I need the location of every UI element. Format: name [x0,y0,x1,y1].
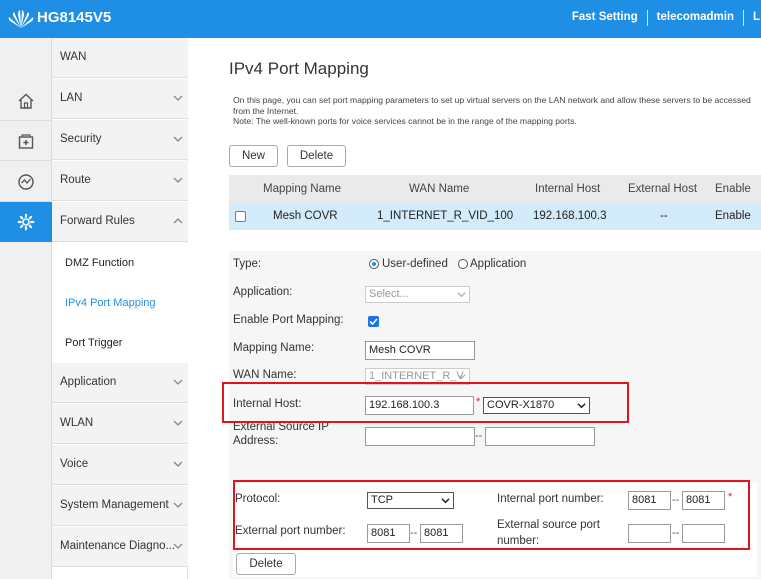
chevron-down-icon [173,543,183,549]
sub-item-label: DMZ Function [65,257,135,269]
type-application-radio[interactable] [458,259,468,269]
application-select-value: Select... [369,288,409,300]
menu-item-label: Voice [60,458,89,470]
wan-name-label: WAN Name: [233,369,297,381]
sub-item-ipv4-port-mapping[interactable]: IPv4 Port Mapping [52,283,188,323]
menu-item-security[interactable]: Security [52,120,188,160]
status-nav[interactable] [0,162,52,202]
speedometer-icon [18,173,34,190]
table-cell: Mesh COVR [273,210,338,222]
type-user-defined-radio[interactable] [369,259,379,269]
column-header: WAN Name [409,183,470,195]
column-header: Internal Host [535,183,601,195]
page-description: On this page, you can set port mapping p… [233,95,760,127]
menu-sidebar: WAN LAN Security Route Forward Rules DMZ… [52,38,188,579]
menu-item-label: Maintenance Diagno... [60,540,176,552]
highlight-box-ports [233,480,750,550]
icon-sidebar [0,38,59,579]
description-note: Note: The well-known ports for voice ser… [233,116,577,126]
new-button[interactable]: New [229,145,278,167]
chevron-up-icon [173,218,183,224]
menu-item-system-management[interactable]: System Management [52,486,188,526]
menu-item-label: Route [60,174,91,186]
menu-item-wlan[interactable]: WLAN [52,404,188,444]
sub-item-dmz-function[interactable]: DMZ Function [52,243,188,283]
table-cell: 192.168.100.3 [533,210,607,222]
nav-divider [646,10,648,26]
chevron-down-icon [173,177,183,183]
menu-item-lan[interactable]: LAN [52,79,188,119]
range-dash: -- [475,430,483,442]
checkmark-icon [369,318,378,326]
type-label: Type: [233,258,262,270]
chevron-down-icon [173,461,183,467]
menu-item-voice[interactable]: Voice [52,445,188,485]
menu-item-label: WLAN [60,417,94,429]
highlight-box-internal-host [222,382,629,423]
enable-mapping-label: Enable Port Mapping: [233,314,344,326]
huawei-logo [8,10,34,28]
menu-item-label: WAN [60,51,87,63]
menu-item-label: System Management [60,499,169,511]
table-cell: Enable [715,210,751,222]
application-select[interactable]: Select... [365,286,470,303]
home-icon [18,93,34,109]
table-cell: 1_INTERNET_R_VID_100 [377,210,514,222]
type-option-label: User-defined [382,258,448,270]
label-line: Address: [233,435,279,447]
external-source-ip-label: External Source IP Address: [233,420,329,448]
menu-item-label: Application [60,376,117,388]
logout-link[interactable]: L [753,11,761,26]
main-content: IPv4 Port Mapping On this page, you can … [189,38,761,579]
menu-item-maintenance[interactable]: Maintenance Diagno... [52,527,188,567]
type-option-label: Application [470,258,527,270]
nav-divider [743,10,744,26]
settings-nav[interactable] [0,202,59,242]
chevron-down-icon [173,95,183,101]
external-source-ip-from-input[interactable] [365,427,475,446]
mapping-name-input[interactable]: Mesh COVR [365,341,475,360]
delete-button[interactable]: Delete [287,145,346,167]
page-title: IPv4 Port Mapping [229,59,369,78]
menu-item-label: Forward Rules [60,215,135,227]
enable-mapping-checkbox[interactable] [368,316,379,327]
external-source-ip-to-input[interactable] [485,427,595,446]
sub-item-port-trigger[interactable]: Port Trigger [52,323,188,363]
chevron-down-icon [173,379,183,385]
table-header: Mapping Name WAN Name Internal Host Exte… [229,175,761,203]
sub-item-label: Port Trigger [65,337,123,349]
chevron-down-icon [457,292,466,298]
chevron-down-icon [457,374,466,380]
chevron-down-icon [173,502,183,508]
top-bar: HG8145V5 Fast Setting telecomadmin L [0,0,761,38]
menu-item-forward-rules[interactable]: Forward Rules [52,202,188,242]
menu-item-label: Security [60,133,102,145]
menu-item-label: LAN [60,92,83,104]
user-link[interactable]: telecomadmin [657,11,734,26]
application-label: Application: [233,286,293,298]
wan-name-select-value: 1_INTERNET_R_V [369,370,464,382]
chevron-down-icon [173,136,183,142]
advanced-nav[interactable] [0,121,52,161]
table-row[interactable]: Mesh COVR 1_INTERNET_R_VID_100 192.168.1… [229,203,761,230]
column-header: Mapping Name [263,183,341,195]
column-header: Enable [715,183,751,195]
menu-item-route[interactable]: Route [52,161,188,201]
column-header: External Host [628,183,698,195]
table-cell: -- [660,210,668,222]
gear-icon [17,213,35,231]
fast-setting-link[interactable]: Fast Setting [572,11,638,26]
mapping-name-label: Mapping Name: [233,342,315,354]
row-checkbox[interactable] [235,211,246,222]
sub-item-label: IPv4 Port Mapping [65,297,156,309]
chevron-down-icon [173,420,183,426]
menu-item-wan[interactable]: WAN [52,38,188,78]
menu-item-application[interactable]: Application [52,363,188,403]
form-delete-button[interactable]: Delete [236,553,296,575]
home-nav[interactable] [0,81,52,121]
add-box-icon [18,133,34,149]
product-name: HG8145V5 [37,9,112,26]
description-text: On this page, you can set port mapping p… [233,95,751,116]
